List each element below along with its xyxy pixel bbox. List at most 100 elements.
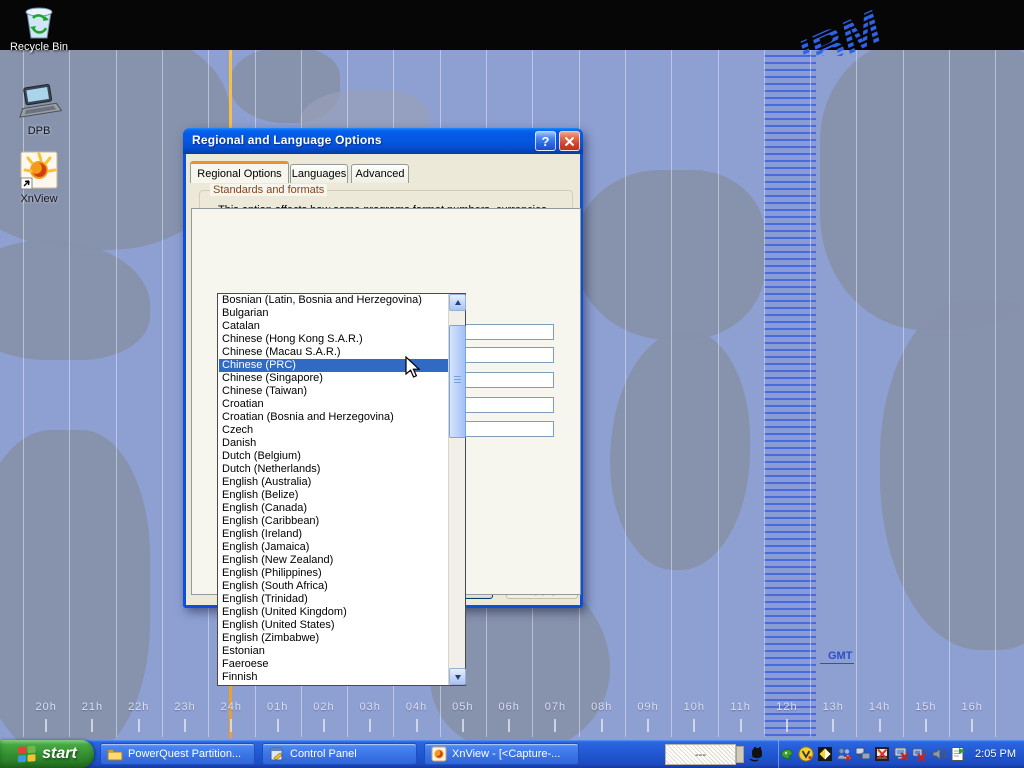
timezone-label: 15h — [903, 701, 949, 713]
language-list-item[interactable]: Estonian — [219, 645, 448, 658]
timezone-boundary-line — [625, 50, 626, 737]
language-list-item[interactable]: Dutch (Netherlands) — [219, 463, 448, 476]
timezone-tick — [369, 719, 371, 732]
language-list-item[interactable]: English (New Zealand) — [219, 554, 448, 567]
timezone-tick — [462, 719, 464, 732]
taskbar: start PowerQuest Partition... Control Pa… — [0, 740, 1024, 768]
language-list-items: Bosnian (Latin, Bosnia and Herzegovina)B… — [219, 294, 448, 685]
language-list-item[interactable]: English (Belize) — [219, 489, 448, 502]
tab-languages[interactable]: Languages — [290, 164, 348, 183]
language-list-item[interactable]: Danish — [219, 437, 448, 450]
timezone-tick — [832, 719, 834, 732]
taskbar-button-label: PowerQuest Partition... — [128, 748, 241, 760]
dialog-titlebar[interactable]: Regional and Language Options ? — [183, 128, 583, 154]
tv-capture-icon[interactable] — [874, 746, 890, 762]
language-list-item[interactable]: English (Trinidad) — [219, 593, 448, 606]
timezone-tick — [45, 719, 47, 732]
language-list-item[interactable]: English (Canada) — [219, 502, 448, 515]
chevron-up-icon — [455, 297, 461, 305]
ibm-logo: IBM — [774, 0, 954, 56]
timezone-tick — [91, 719, 93, 732]
continent-shape — [820, 40, 1024, 330]
timezone-label: 03h — [347, 701, 393, 713]
help-button[interactable]: ? — [535, 131, 556, 151]
timezone-boundary-line — [856, 50, 857, 737]
volume-icon[interactable] — [931, 746, 947, 762]
deskband-handle[interactable] — [736, 746, 744, 763]
start-button-label: start — [42, 745, 77, 763]
language-list-item[interactable]: English (Australia) — [219, 476, 448, 489]
close-button[interactable] — [559, 131, 580, 151]
desktop-icon-xnview[interactable]: XnView — [1, 150, 77, 205]
language-list-item[interactable]: English (Ireland) — [219, 528, 448, 541]
desktop-screen: GMT 20h21h22h23h24h01h02h03h04h05h06h07h… — [0, 0, 1024, 768]
voice-agent-icon[interactable] — [798, 746, 814, 762]
norton-antivirus-icon[interactable] — [817, 746, 833, 762]
timezone-tick — [647, 719, 649, 732]
scroll-up-button[interactable] — [449, 294, 466, 311]
offline-users-icon[interactable] — [836, 746, 852, 762]
language-list-item[interactable]: Croatian (Bosnia and Herzegovina) — [219, 411, 448, 424]
system-tray: 2:05 PM — [778, 740, 1024, 768]
removable-device-icon[interactable] — [779, 746, 795, 762]
language-list-item[interactable]: English (Zimbabwe) — [219, 632, 448, 645]
desktop-icon-dpb[interactable]: DPB — [1, 82, 77, 137]
scrollbar-thumb[interactable] — [449, 325, 466, 438]
network-status-icon[interactable] — [855, 746, 871, 762]
taskbar-clock[interactable]: 2:05 PM — [975, 748, 1016, 760]
disconnected-pc-icon[interactable] — [893, 746, 909, 762]
timezone-tick — [786, 719, 788, 732]
language-list-item[interactable]: English (Jamaica) — [219, 541, 448, 554]
folder-icon — [107, 746, 123, 762]
language-list-item[interactable]: Catalan — [219, 320, 448, 333]
timezone-label: 13h — [810, 701, 856, 713]
taskbar-button-xnview[interactable]: XnView - [<Capture-... — [424, 743, 579, 765]
tab-label: Advanced — [356, 168, 405, 180]
timezone-label: 02h — [301, 701, 347, 713]
language-list-item[interactable]: English (United Kingdom) — [219, 606, 448, 619]
power-plug-icon[interactable] — [748, 746, 766, 762]
language-list[interactable]: Bosnian (Latin, Bosnia and Herzegovina)B… — [217, 293, 466, 686]
language-list-item[interactable]: Dutch (Belgium) — [219, 450, 448, 463]
timezone-label: 10h — [671, 701, 717, 713]
start-button[interactable]: start — [0, 740, 94, 768]
chevron-down-icon — [455, 675, 461, 683]
language-list-item[interactable]: Czech — [219, 424, 448, 437]
desktop-icon-recycle-bin[interactable]: Recycle Bin — [1, 4, 77, 53]
language-list-item[interactable]: English (Philippines) — [219, 567, 448, 580]
language-list-item[interactable]: Bulgarian — [219, 307, 448, 320]
standards-formats-caption: Standards and formats — [210, 184, 327, 196]
language-list-item[interactable]: Chinese (Taiwan) — [219, 385, 448, 398]
scheduler-icon[interactable] — [950, 746, 966, 762]
timezone-label: 14h — [857, 701, 903, 713]
laptop-icon — [16, 82, 62, 124]
display-disconnected-icon[interactable] — [912, 746, 928, 762]
timezone-boundary-line — [671, 50, 672, 737]
language-list-item[interactable]: English (United States) — [219, 619, 448, 632]
language-list-item[interactable]: Chinese (Hong Kong S.A.R.) — [219, 333, 448, 346]
deskband[interactable]: --- — [665, 744, 736, 765]
language-list-item[interactable]: English (South Africa) — [219, 580, 448, 593]
timezone-tick — [508, 719, 510, 732]
windows-flag-icon — [17, 745, 37, 763]
scroll-down-button[interactable] — [449, 668, 466, 685]
language-list-item[interactable]: Finnish — [219, 671, 448, 684]
mouse-cursor — [405, 356, 425, 380]
tab-regional-options[interactable]: Regional Options — [190, 161, 289, 183]
taskbar-button-control-panel[interactable]: Control Panel — [262, 743, 417, 765]
language-list-item[interactable]: English (Caribbean) — [219, 515, 448, 528]
timezone-label: 20h — [23, 701, 69, 713]
language-list-item[interactable]: Bosnian (Latin, Bosnia and Herzegovina) — [219, 294, 448, 307]
language-list-scrollbar[interactable] — [448, 294, 465, 685]
timezone-boundary-line — [116, 50, 117, 737]
timezone-tick — [740, 719, 742, 732]
deskband-text: --- — [695, 749, 706, 761]
timezone-label: 09h — [625, 701, 671, 713]
timezone-boundary-line — [949, 50, 950, 737]
control-panel-icon — [269, 746, 285, 762]
regional-language-options-dialog: Regional and Language Options ? Regional… — [183, 128, 583, 608]
language-list-item[interactable]: Croatian — [219, 398, 448, 411]
tab-advanced[interactable]: Advanced — [351, 164, 409, 183]
taskbar-button-powerquest[interactable]: PowerQuest Partition... — [100, 743, 255, 765]
language-list-item[interactable]: Faeroese — [219, 658, 448, 671]
